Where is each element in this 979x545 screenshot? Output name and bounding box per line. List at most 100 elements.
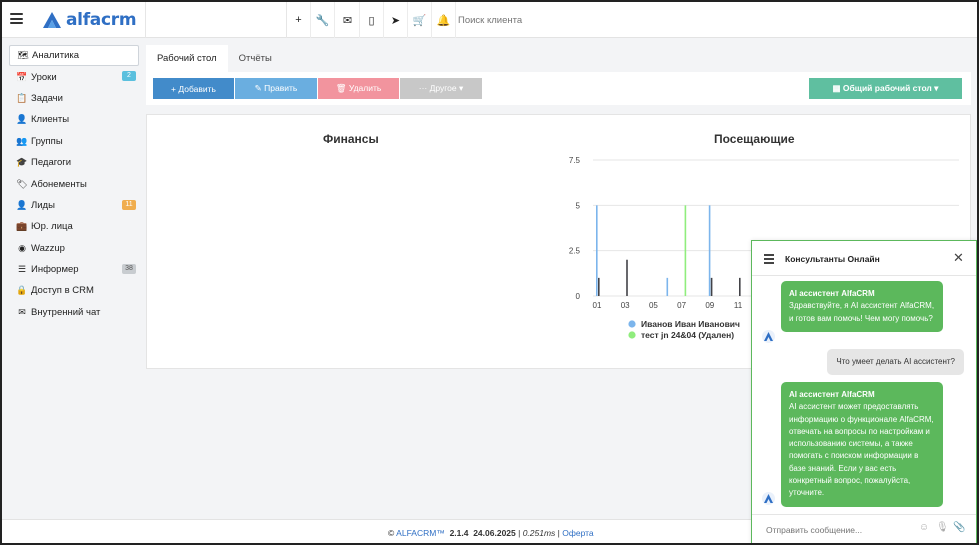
count-badge: 11 bbox=[122, 199, 136, 210]
bot-name: AI ассистент AlfaCRM bbox=[789, 390, 875, 399]
y-tick-label: 2.5 bbox=[569, 247, 581, 256]
emoji-icon[interactable]: ☺ bbox=[918, 522, 930, 536]
y-tick-label: 7.5 bbox=[569, 156, 581, 165]
sidebar-item-2[interactable]: 📋 Задачи bbox=[9, 88, 139, 109]
footer-info: © ALFACRM™ 2.1.4 24.06.2025 | 0.251ms | … bbox=[388, 528, 594, 538]
bar-series-0 bbox=[708, 205, 711, 296]
edit-button[interactable]: ✎ Править bbox=[235, 78, 317, 99]
tab-desktop[interactable]: Рабочий стол bbox=[146, 45, 228, 72]
sidebar-item-10[interactable]: ☰ Информер 38 bbox=[9, 259, 139, 280]
hamburger-menu-icon[interactable] bbox=[10, 13, 23, 24]
chat-widget: Консультанты Онлайн ✕ AI ассистент AlfaC… bbox=[751, 240, 977, 543]
alfacrm-logo-icon bbox=[43, 12, 61, 28]
calendar-icon: 📅 bbox=[16, 71, 28, 82]
sidebar-item-3[interactable]: 👤 Клиенты bbox=[9, 109, 139, 130]
chat-message-bot: AI ассистент AlfaCRM AI ассистент может … bbox=[781, 382, 943, 507]
telegram-icon[interactable]: ➤ bbox=[384, 2, 408, 38]
cart-icon[interactable]: 🛒 bbox=[408, 2, 432, 38]
x-tick-label: 01 bbox=[593, 301, 602, 310]
chat-message-bot: AI ассистент AlfaCRM Здравствуйте, я AI … bbox=[781, 281, 943, 332]
sidebar-item-12[interactable]: ✉ Внутренний чат bbox=[9, 302, 139, 323]
wrench-icon[interactable]: 🔧 bbox=[311, 2, 335, 38]
chat-message-user: Что умеет делать AI ассистент? bbox=[827, 349, 964, 376]
sidebar-item-11[interactable]: 🔒 Доступ в CRM bbox=[9, 280, 139, 301]
client-search-input[interactable] bbox=[458, 12, 708, 28]
microphone-icon[interactable]: 🎙 bbox=[936, 522, 949, 536]
sidebar-item-9[interactable]: ◉ Wazzup bbox=[9, 238, 139, 259]
map-icon: 🗺 bbox=[17, 50, 29, 61]
add-button[interactable]: + Добавить bbox=[153, 78, 234, 99]
bot-name: AI ассистент AlfaCRM bbox=[789, 289, 875, 298]
tag-icon: 🏷 bbox=[16, 178, 28, 189]
top-bar: alfacrm + 🔧 ✉ ▯ ➤ 🛒 🔔 bbox=[2, 2, 977, 38]
mobile-icon[interactable]: ▯ bbox=[360, 2, 384, 38]
bar-series-0 bbox=[596, 205, 598, 296]
sidebar-item-1[interactable]: 📅 Уроки 2 bbox=[9, 66, 139, 87]
list-icon: ☰ bbox=[17, 264, 27, 275]
message-text: Здравствуйте, я AI ассистент AlfaCRM, и … bbox=[789, 301, 935, 323]
count-badge: 38 bbox=[122, 263, 136, 274]
close-icon[interactable]: ✕ bbox=[953, 250, 964, 266]
bell-icon[interactable]: 🔔 bbox=[432, 2, 456, 38]
sidebar-item-label: Лиды bbox=[31, 199, 55, 211]
logo[interactable]: alfacrm bbox=[42, 10, 137, 30]
bar-series-1 bbox=[710, 277, 713, 296]
count-badge: 2 bbox=[122, 71, 136, 82]
sidebar-item-label: Абонементы bbox=[31, 178, 87, 190]
briefcase-icon: 💼 bbox=[16, 221, 28, 232]
sidebar-item-label: Клиенты bbox=[31, 114, 70, 126]
offer-link[interactable]: Оферта bbox=[562, 528, 593, 538]
sidebar-item-8[interactable]: 💼 Юр. лица bbox=[9, 216, 139, 237]
sidebar-item-label: Уроки bbox=[31, 71, 57, 83]
shared-desktop-dropdown[interactable]: ▦ Общий рабочий стол ▾ bbox=[809, 78, 962, 99]
graduation-cap-icon: 🎓 bbox=[16, 157, 28, 168]
bar-series-1 bbox=[598, 277, 600, 296]
message-text: AI ассистент может предоставлять информа… bbox=[789, 402, 934, 498]
sidebar-item-label: Педагоги bbox=[31, 157, 72, 169]
user-plus-icon: 👤 bbox=[16, 199, 28, 210]
tab-bar: Рабочий стол Отчёты bbox=[146, 45, 283, 72]
copyright-symbol: © bbox=[388, 528, 395, 538]
sidebar-item-label: Информер bbox=[31, 264, 79, 276]
version-text: 2.1.4 bbox=[449, 528, 469, 538]
toolbar: + Добавить ✎ Править 🗑 Удалить ··· Друго… bbox=[146, 72, 971, 105]
bot-avatar-icon bbox=[762, 330, 775, 343]
bar-series-2 bbox=[684, 205, 687, 296]
bar-series-0 bbox=[666, 277, 669, 296]
bot-avatar-icon bbox=[762, 492, 775, 505]
user-icon: 👤 bbox=[16, 114, 28, 125]
delete-button[interactable]: 🗑 Удалить bbox=[318, 78, 399, 99]
legend-label[interactable]: тест jn 24&04 (Удален) bbox=[641, 330, 734, 340]
bar-series-1 bbox=[626, 259, 628, 296]
legend-label[interactable]: Иванов Иван Иванович bbox=[641, 319, 740, 329]
chat-message-input[interactable] bbox=[766, 523, 916, 537]
divider bbox=[145, 2, 146, 38]
sidebar-item-5[interactable]: 🎓 Педагоги bbox=[9, 152, 139, 173]
bar-series-1 bbox=[739, 277, 741, 296]
sidebar-item-0[interactable]: 🗺 Аналитика bbox=[9, 45, 139, 67]
chat-menu-icon[interactable] bbox=[764, 254, 774, 264]
other-dropdown-button[interactable]: ··· Другое ▾ bbox=[400, 78, 482, 99]
plus-icon[interactable]: + bbox=[287, 2, 311, 38]
x-tick-label: 05 bbox=[649, 301, 658, 310]
whatsapp-icon: ◉ bbox=[18, 242, 26, 253]
sidebar-item-label: Внутренний чат bbox=[31, 306, 101, 318]
x-tick-label: 09 bbox=[705, 301, 714, 310]
envelope-icon: ✉ bbox=[18, 306, 26, 317]
x-tick-label: 07 bbox=[677, 301, 686, 310]
sidebar: 🗺 Аналитика 📅 Уроки 2 📋 Задачи 👤 Клиенты 👥 Группы 🎓… bbox=[9, 45, 139, 323]
lock-icon: 🔒 bbox=[16, 285, 28, 296]
sidebar-item-7[interactable]: 👤 Лиды 11 bbox=[9, 195, 139, 216]
attachment-icon[interactable]: 📎 bbox=[953, 522, 965, 536]
sidebar-item-label: Группы bbox=[31, 135, 63, 147]
sidebar-item-6[interactable]: 🏷 Абонементы bbox=[9, 173, 139, 194]
message-text: Что умеет делать AI ассистент? bbox=[836, 357, 955, 366]
mail-icon[interactable]: ✉ bbox=[336, 2, 360, 38]
sidebar-item-label: Юр. лица bbox=[31, 221, 73, 233]
alfacrm-link[interactable]: ALFACRM™ bbox=[396, 528, 445, 538]
legend-marker bbox=[628, 320, 636, 328]
sidebar-item-4[interactable]: 👥 Группы bbox=[9, 131, 139, 152]
chat-input-bar: ☺ 🎙 📎 bbox=[752, 514, 976, 543]
tab-reports[interactable]: Отчёты bbox=[228, 45, 283, 72]
x-tick-label: 03 bbox=[621, 301, 630, 310]
